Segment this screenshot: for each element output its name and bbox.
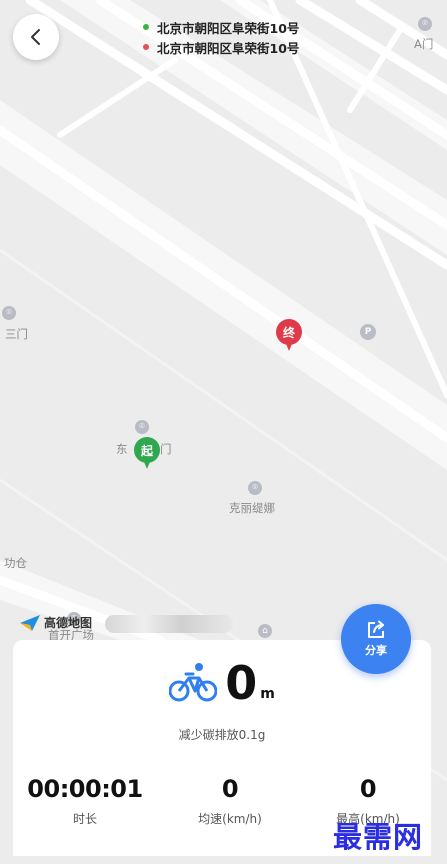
back-button[interactable] (13, 14, 59, 60)
end-pin-tail (284, 339, 294, 351)
amap-logo-icon (20, 614, 40, 631)
blurred-overlay (105, 615, 233, 633)
distance-value: 0 (225, 656, 258, 710)
chevron-left-icon (31, 29, 40, 45)
start-pin[interactable]: 起 (134, 437, 160, 471)
map-label-a-gate: A门 (414, 37, 434, 51)
stat-duration-value: 00:00:01 (27, 775, 143, 803)
site-watermark: 最需网 (333, 820, 424, 854)
share-icon (368, 620, 384, 638)
stat-avg-speed-label: 均速(km/h) (198, 812, 262, 826)
stat-duration-label: 时长 (72, 812, 97, 826)
map-label-east-gate-right: 门 (160, 442, 172, 456)
stat-duration: 00:00:01 时长 (25, 776, 145, 827)
map-label-kelitina: 克丽缇娜 (229, 501, 275, 515)
start-dot (143, 24, 149, 30)
end-dot (143, 44, 149, 50)
amap-logo: 高德地图 (20, 614, 92, 631)
stat-max-speed-value: 0 (359, 775, 377, 803)
poi-icon-third-gate: ⌾ (2, 306, 16, 320)
amap-logo-text: 高德地图 (44, 616, 93, 630)
carbon-reduction-text: 减少碳排放0.1g (178, 728, 266, 742)
poi-icon-east-gate: ⌾ (135, 420, 149, 434)
poi-icon-building: ⌂ (258, 624, 272, 638)
start-pin-tail (142, 457, 152, 469)
stat-avg-speed-value: 0 (221, 775, 239, 803)
distance-unit: m (260, 686, 275, 702)
end-address: 北京市朝阳区阜荣街10号 (157, 40, 300, 56)
stat-avg-speed: 0 均速(km/h) (170, 776, 290, 827)
share-label: 分享 (365, 644, 387, 657)
bicycle-icon (169, 663, 218, 702)
poi-icon-a-gate: ⌾ (418, 17, 432, 31)
start-address-row: 北京市朝阳区阜荣街10号 (143, 17, 299, 37)
poi-icon-kelitina: ⌾ (248, 481, 262, 495)
route-addresses: 北京市朝阳区阜荣街10号 北京市朝阳区阜荣街10号 (143, 17, 299, 57)
map-label-east-gate-left: 东 (116, 442, 128, 456)
end-pin[interactable]: 终 (276, 319, 302, 353)
map-label-warehouse: 功仓 (4, 556, 27, 570)
map-label-third-gate: 三门 (5, 327, 28, 341)
end-address-row: 北京市朝阳区阜荣街10号 (143, 37, 299, 57)
share-button[interactable]: 分享 (341, 604, 411, 674)
parking-icon: P (360, 324, 376, 340)
start-address: 北京市朝阳区阜荣街10号 (157, 20, 300, 36)
